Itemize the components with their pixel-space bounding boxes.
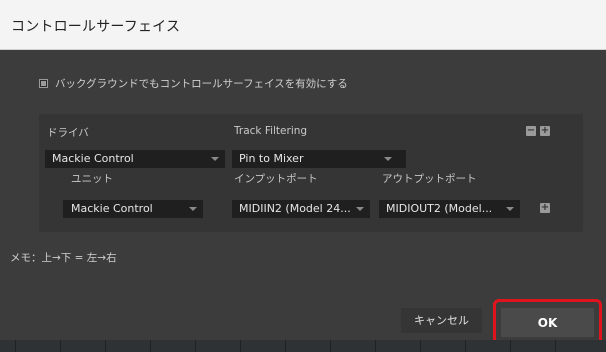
dialog-title: コントロールサーフェイス (11, 19, 181, 35)
input-port-select-value: MIDIIN2 (Model 24... (239, 202, 351, 215)
track-filtering-select-value: Pin to Mixer (239, 152, 304, 165)
control-surface-dialog: コントロールサーフェイス バックグラウンドでもコントロールサーフェイスを有効にす… (0, 0, 606, 352)
grid-line (285, 340, 286, 352)
output-port-select-value: MIDIOUT2 (Model... (386, 202, 493, 215)
grid-line (150, 340, 151, 352)
unit-header: ユニット (71, 173, 113, 185)
background-enable-label: バックグラウンドでもコントロールサーフェイスを有効にする (55, 78, 348, 90)
memo-note: メモ：上→下 = 左→右 (10, 252, 117, 264)
add-unit-icon[interactable]: + (540, 203, 550, 213)
background-bottom-strip (0, 340, 606, 352)
dialog-titlebar: コントロールサーフェイス (0, 0, 606, 50)
grid-line (510, 340, 511, 352)
input-port-header: インプットポート (234, 173, 318, 185)
surface-list-panel: ドライバ Track Filtering − + Mackie Control … (39, 114, 583, 232)
chevron-down-icon (384, 157, 392, 161)
driver-select[interactable]: Mackie Control (45, 150, 225, 168)
remove-surface-icon[interactable]: − (526, 126, 536, 136)
track-filtering-select[interactable]: Pin to Mixer (232, 150, 406, 168)
ok-button[interactable]: OK (501, 308, 594, 337)
grid-line (15, 340, 16, 352)
background-enable-checkbox[interactable] (39, 79, 48, 88)
chevron-down-icon (356, 207, 364, 211)
background-enable-option[interactable]: バックグラウンドでもコントロールサーフェイスを有効にする (39, 76, 348, 91)
track-filtering-header: Track Filtering (234, 125, 308, 137)
output-port-select[interactable]: MIDIOUT2 (Model... (379, 200, 520, 218)
cancel-button[interactable]: キャンセル (401, 308, 482, 333)
grid-line (330, 340, 331, 352)
grid-line (105, 340, 106, 352)
output-port-header: アウトプットポート (382, 173, 477, 185)
grid-line (240, 340, 241, 352)
grid-line (465, 340, 466, 352)
grid-line (375, 340, 376, 352)
grid-line (420, 340, 421, 352)
chevron-down-icon (506, 207, 514, 211)
add-surface-icon[interactable]: + (540, 126, 550, 136)
chevron-down-icon (189, 207, 197, 211)
chevron-down-icon (211, 157, 219, 161)
unit-select[interactable]: Mackie Control (63, 200, 203, 218)
ok-button-highlight: OK (493, 299, 602, 346)
grid-line (60, 340, 61, 352)
grid-line (195, 340, 196, 352)
input-port-select[interactable]: MIDIIN2 (Model 24... (232, 200, 370, 218)
driver-header: ドライバ (47, 127, 89, 139)
unit-select-value: Mackie Control (71, 202, 153, 215)
grid-line (555, 340, 556, 352)
driver-select-value: Mackie Control (52, 152, 134, 165)
